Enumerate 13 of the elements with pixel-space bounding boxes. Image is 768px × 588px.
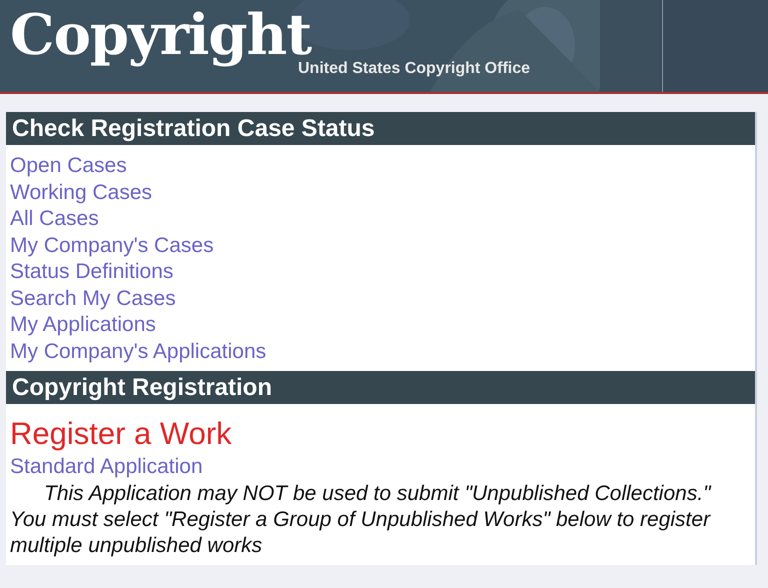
note-text: This Application may NOT be used to submit "Unpublished Collections." You must select "Register a Group of Unpublished Works" below to register multiple unpublished works bbox=[10, 480, 712, 558]
nav-link[interactable]: Status Definitions bbox=[10, 259, 174, 286]
nav-link[interactable]: My Company's Cases bbox=[10, 232, 214, 259]
nav-link[interactable]: My Applications bbox=[10, 312, 156, 338]
nav-link[interactable]: My Company's Applications bbox=[10, 338, 266, 365]
section-subheading: Register a Work bbox=[10, 415, 233, 453]
section-heading: Copyright Registration bbox=[6, 371, 755, 404]
section-heading: Check Registration Case Status bbox=[6, 112, 755, 145]
nav-link[interactable]: Standard Application bbox=[10, 454, 203, 480]
nav-link[interactable]: Working Cases bbox=[10, 180, 152, 206]
nav-link[interactable]: Search My Cases bbox=[10, 286, 176, 312]
nav-link[interactable]: All Cases bbox=[10, 206, 99, 232]
nav-link[interactable]: Open Cases bbox=[10, 153, 127, 180]
